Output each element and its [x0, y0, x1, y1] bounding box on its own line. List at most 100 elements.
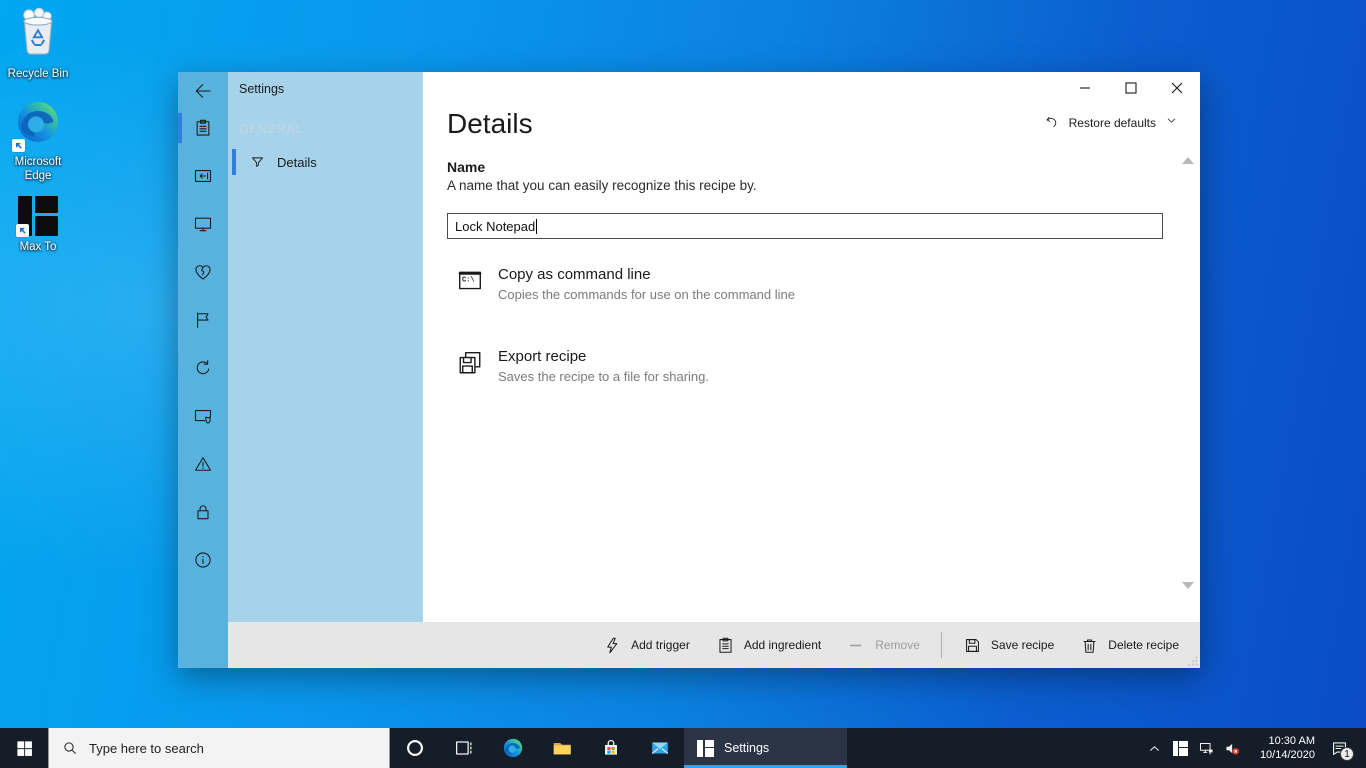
chevron-down-icon	[1165, 114, 1178, 132]
export-recipe-icon	[457, 350, 483, 376]
trash-can-icon	[1080, 636, 1099, 655]
name-description: A name that you can easily recognize thi…	[447, 178, 757, 193]
restore-defaults-button[interactable]: Restore defaults	[1044, 114, 1178, 132]
page-title: Details	[447, 108, 533, 140]
minimize-icon	[1079, 82, 1091, 94]
add-trigger-button[interactable]: Add trigger	[590, 622, 703, 668]
task-label: Settings	[724, 741, 769, 755]
network-icon[interactable]	[1193, 728, 1219, 768]
panel-title: Settings	[228, 72, 423, 96]
funnel-icon	[249, 154, 266, 171]
resize-grip[interactable]	[1188, 656, 1198, 666]
flag-icon	[193, 310, 213, 330]
nav-item-permissions[interactable]	[178, 392, 228, 440]
svg-text:C:\: C:\	[462, 277, 475, 285]
panel-item-label: Details	[277, 155, 317, 170]
mail-button[interactable]	[635, 728, 684, 768]
nav-rail	[178, 72, 228, 668]
broken-heart-icon	[193, 262, 213, 282]
nav-item-window-placement[interactable]	[178, 152, 228, 200]
cortana-ring-icon	[404, 737, 426, 759]
notification-badge: 1	[1340, 747, 1354, 761]
desktop-icon-label: Recycle Bin	[8, 67, 69, 81]
panel-item-details[interactable]: Details	[228, 148, 423, 176]
minimize-button[interactable]	[1062, 72, 1108, 104]
maxto-icon	[18, 196, 58, 236]
recycle-bin-icon	[13, 6, 63, 63]
tray-maxto-icon[interactable]	[1167, 728, 1193, 768]
action-subtitle: Copies the commands for use on the comma…	[498, 287, 795, 302]
hidden-icons-button[interactable]	[1141, 728, 1167, 768]
close-icon	[1171, 82, 1183, 94]
task-view-button[interactable]	[439, 728, 488, 768]
volume-muted-icon[interactable]	[1219, 728, 1245, 768]
nav-item-license[interactable]	[178, 488, 228, 536]
remove-label: Remove	[875, 638, 920, 652]
scroll-down-arrow[interactable]	[1182, 582, 1194, 589]
warning-icon	[193, 454, 213, 474]
cortana-button[interactable]	[390, 728, 439, 768]
maximize-button[interactable]	[1108, 72, 1154, 104]
dash-icon	[847, 636, 866, 655]
window-caption-buttons	[1062, 72, 1200, 104]
nav-item-warnings[interactable]	[178, 440, 228, 488]
nav-item-flags[interactable]	[178, 296, 228, 344]
monitor-icon	[193, 214, 213, 234]
start-button[interactable]	[0, 728, 48, 768]
nav-item-about[interactable]	[178, 536, 228, 584]
taskbar-search-box[interactable]: Type here to search	[48, 728, 390, 768]
recipe-name-value: Lock Notepad	[455, 219, 535, 234]
command-prompt-icon: C:\	[457, 268, 483, 294]
file-explorer-button[interactable]	[537, 728, 586, 768]
mail-icon	[649, 737, 671, 759]
clock-date: 10/14/2020	[1245, 748, 1315, 762]
back-button[interactable]	[178, 72, 228, 104]
chevron-up-icon	[1146, 740, 1163, 757]
add-trigger-label: Add trigger	[631, 638, 690, 652]
shortcut-arrow-icon	[12, 139, 25, 152]
edge-icon	[14, 98, 62, 151]
copy-as-command-line-button[interactable]: C:\ Copy as command line Copies the comm…	[457, 266, 795, 302]
desktop-icon-maxto[interactable]: Max To	[1, 196, 75, 254]
action-center-button[interactable]: 1	[1317, 728, 1361, 768]
close-button[interactable]	[1154, 72, 1200, 104]
clipboard-icon	[716, 636, 735, 655]
action-title: Export recipe	[498, 348, 709, 365]
save-recipe-button[interactable]: Save recipe	[950, 622, 1067, 668]
lightning-bolt-icon	[603, 636, 622, 655]
window-arrow-icon	[193, 166, 213, 186]
add-ingredient-button[interactable]: Add ingredient	[703, 622, 834, 668]
back-arrow-icon	[193, 81, 213, 101]
nav-item-broken-heart[interactable]	[178, 248, 228, 296]
desktop-icon-microsoft-edge[interactable]: Microsoft Edge	[1, 98, 75, 184]
command-bar: Add trigger Add ingredient Remove Save r…	[228, 622, 1200, 668]
remove-button[interactable]: Remove	[834, 622, 933, 668]
panel-section-general: GENERAL	[228, 96, 423, 136]
taskbar-edge-button[interactable]	[488, 728, 537, 768]
recipe-name-input[interactable]: Lock Notepad	[447, 213, 1163, 239]
taskbar-clock[interactable]: 10:30 AM 10/14/2020	[1245, 734, 1317, 763]
windows-logo-icon	[15, 739, 34, 758]
export-recipe-button[interactable]: Export recipe Saves the recipe to a file…	[457, 348, 709, 384]
desktop-icon-recycle-bin[interactable]: Recycle Bin	[1, 6, 75, 81]
desktop-icon-label: Microsoft Edge	[1, 155, 75, 184]
clock-time: 10:30 AM	[1245, 734, 1315, 748]
lock-icon	[193, 502, 213, 522]
taskbar-task-settings[interactable]: Settings	[684, 728, 847, 768]
edge-icon	[502, 737, 524, 759]
action-title: Copy as command line	[498, 266, 795, 283]
desktop-icon-label: Max To	[20, 240, 57, 254]
nav-item-monitors[interactable]	[178, 200, 228, 248]
microsoft-store-button[interactable]	[586, 728, 635, 768]
desktop: Recycle Bin Microsoft Edge Max To	[0, 0, 1366, 768]
scroll-up-arrow[interactable]	[1182, 157, 1194, 164]
maximize-icon	[1125, 82, 1137, 94]
nav-item-recipes[interactable]	[178, 104, 228, 152]
restore-defaults-label: Restore defaults	[1069, 116, 1156, 130]
text-caret	[536, 219, 537, 234]
search-placeholder: Type here to search	[89, 741, 204, 756]
store-icon	[600, 737, 622, 759]
task-view-icon	[453, 737, 475, 759]
delete-recipe-button[interactable]: Delete recipe	[1067, 622, 1192, 668]
nav-item-updates[interactable]	[178, 344, 228, 392]
